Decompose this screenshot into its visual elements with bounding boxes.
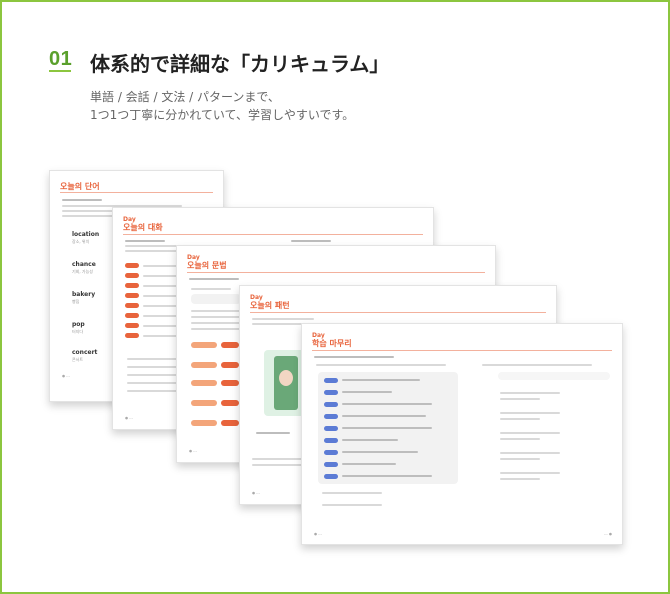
page-title: 오늘의 단어 xyxy=(60,182,100,191)
section-title: 体系的で詳細な「カリキュラム」 xyxy=(90,52,390,76)
page-title: 오늘의 대화 xyxy=(123,223,163,232)
preview-page-review: Day 학습 마무리 ● --- --- ● xyxy=(301,323,623,545)
page-title: 오늘의 패턴 xyxy=(250,301,290,310)
page-title: 학습 마무리 xyxy=(312,339,352,348)
section-number-underline xyxy=(49,70,71,72)
subtitle-line-1: 単語 / 会話 / 文法 / パターンまで、 xyxy=(90,90,280,104)
page-title: 오늘의 문법 xyxy=(187,261,227,270)
section-subtitle: 単語 / 会話 / 文法 / パターンまで、 1つ1つ丁寧に分かれていて、学習し… xyxy=(90,88,354,124)
section-number: 01 xyxy=(49,48,73,70)
subtitle-line-2: 1つ1つ丁寧に分かれていて、学習しやすいです。 xyxy=(90,108,355,122)
